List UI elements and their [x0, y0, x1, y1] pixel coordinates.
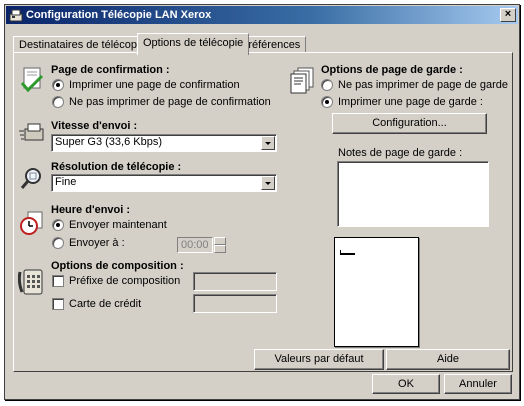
cover-pages-icon [290, 67, 314, 94]
resolution-select[interactable]: Fine [51, 174, 277, 192]
resolution-value: Fine [55, 176, 77, 188]
radio-dot[interactable] [321, 96, 333, 108]
fax-speed-icon [19, 123, 44, 141]
speed-title: Vitesse d'envoi : [51, 120, 138, 132]
time-spinner[interactable] [214, 237, 226, 253]
chevron-down-icon[interactable] [261, 176, 275, 190]
checkbox-box[interactable] [52, 275, 64, 287]
help-button[interactable]: Aide [386, 349, 510, 370]
cover-title: Options de page de garde : [321, 64, 463, 76]
confirmation-print-radio[interactable]: Imprimer une page de confirmation [52, 79, 240, 91]
magnifier-icon [20, 168, 41, 189]
credit-card-field[interactable] [193, 294, 277, 313]
radio-label: Envoyer à : [69, 237, 125, 249]
radio-dot[interactable] [52, 237, 64, 249]
window-title: Configuration Télécopie LAN Xerox [26, 9, 212, 21]
composition-title: Options de composition : [51, 260, 184, 272]
chevron-down-icon[interactable] [261, 136, 275, 150]
checkbox-label: Carte de crédit [69, 298, 142, 310]
checkbox-label: Préfixe de composition [69, 275, 181, 287]
confirmation-noprint-radio[interactable]: Ne pas imprimer de page de confirmation [52, 96, 271, 108]
radio-label: Imprimer une page de confirmation [69, 79, 240, 91]
cover-notes-label: Notes de page de garde : [338, 147, 463, 159]
send-time-input[interactable]: 00:00 [177, 237, 213, 253]
cancel-button[interactable]: Annuler [444, 374, 512, 394]
cover-configuration-button[interactable]: Configuration... [332, 113, 487, 134]
cover-print-radio[interactable]: Imprimer une page de garde : [321, 96, 483, 108]
resolution-title: Résolution de télécopie : [51, 161, 182, 173]
options-panel: Page de confirmation : Imprimer une page… [13, 52, 513, 372]
close-button[interactable]: × [500, 8, 516, 22]
clock-icon [20, 211, 43, 235]
send-at-radio[interactable]: Envoyer à : [52, 237, 125, 249]
prefix-field[interactable] [193, 272, 277, 291]
radio-dot[interactable] [52, 219, 64, 231]
send-time-title: Heure d'envoi : [51, 204, 131, 216]
spin-up-icon[interactable] [214, 237, 226, 245]
ok-button[interactable]: OK [372, 374, 440, 394]
cover-noprint-radio[interactable]: Ne pas imprimer de page de garde [321, 79, 508, 91]
tab-options[interactable]: Options de télécopie [137, 33, 250, 55]
radio-label: Imprimer une page de garde : [338, 96, 483, 108]
checkbox-box[interactable] [52, 298, 64, 310]
send-now-radio[interactable]: Envoyer maintenant [52, 219, 167, 231]
radio-dot[interactable] [52, 96, 64, 108]
confirmation-title: Page de confirmation : [51, 64, 170, 76]
radio-dot[interactable] [52, 79, 64, 91]
radio-dot[interactable] [321, 79, 333, 91]
speed-value: Super G3 (33,6 Kbps) [55, 136, 163, 148]
spin-down-icon[interactable] [214, 245, 226, 253]
defaults-button[interactable]: Valeurs par défaut [254, 349, 384, 370]
radio-label: Envoyer maintenant [69, 219, 167, 231]
radio-label: Ne pas imprimer de page de garde [338, 79, 508, 91]
prefix-checkbox[interactable]: Préfixe de composition [52, 275, 180, 287]
confirmation-check-icon [20, 67, 44, 93]
title-bar: Configuration Télécopie LAN Xerox × [6, 6, 518, 24]
speed-select[interactable]: Super G3 (33,6 Kbps) [51, 134, 277, 152]
radio-label: Ne pas imprimer de page de confirmation [69, 96, 271, 108]
keypad-phone-icon [18, 269, 43, 295]
fax-app-icon [9, 9, 23, 22]
cover-notes-textarea[interactable] [337, 161, 489, 227]
fax-config-window: Configuration Télécopie LAN Xerox × Dest… [4, 4, 520, 400]
credit-card-checkbox[interactable]: Carte de crédit [52, 298, 141, 310]
cover-page-preview [334, 237, 419, 347]
